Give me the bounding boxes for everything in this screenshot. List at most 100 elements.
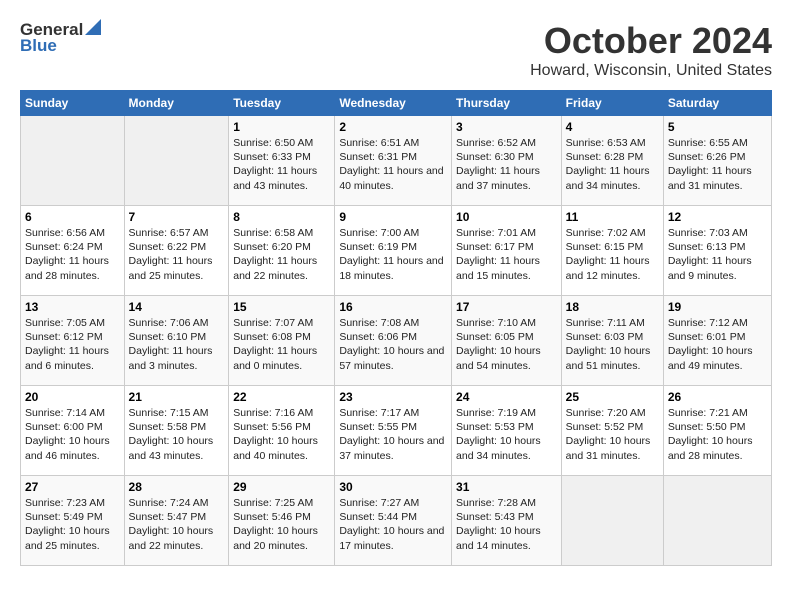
daylight-text: Daylight: 11 hours and 28 minutes. xyxy=(25,255,109,281)
day-number: 16 xyxy=(339,300,447,314)
day-info: Sunrise: 7:23 AM Sunset: 5:49 PM Dayligh… xyxy=(25,496,120,553)
daylight-text: Daylight: 10 hours and 34 minutes. xyxy=(456,435,541,461)
sunset-text: Sunset: 5:47 PM xyxy=(129,511,207,523)
day-number: 29 xyxy=(233,480,330,494)
day-number: 19 xyxy=(668,300,767,314)
sunset-text: Sunset: 6:19 PM xyxy=(339,241,417,253)
day-info: Sunrise: 7:06 AM Sunset: 6:10 PM Dayligh… xyxy=(129,316,225,373)
sunset-text: Sunset: 6:08 PM xyxy=(233,331,311,343)
sunrise-text: Sunrise: 7:11 AM xyxy=(566,317,645,329)
sunrise-text: Sunrise: 6:51 AM xyxy=(339,137,419,149)
daylight-text: Daylight: 11 hours and 43 minutes. xyxy=(233,165,317,191)
day-number: 5 xyxy=(668,120,767,134)
daylight-text: Daylight: 10 hours and 46 minutes. xyxy=(25,435,110,461)
sunrise-text: Sunrise: 7:21 AM xyxy=(668,407,748,419)
day-number: 31 xyxy=(456,480,557,494)
day-cell: 24 Sunrise: 7:19 AM Sunset: 5:53 PM Dayl… xyxy=(452,386,562,476)
day-cell: 30 Sunrise: 7:27 AM Sunset: 5:44 PM Dayl… xyxy=(335,476,452,566)
day-cell: 19 Sunrise: 7:12 AM Sunset: 6:01 PM Dayl… xyxy=(663,296,771,386)
daylight-text: Daylight: 11 hours and 40 minutes. xyxy=(339,165,443,191)
daylight-text: Daylight: 11 hours and 18 minutes. xyxy=(339,255,443,281)
sunrise-text: Sunrise: 7:12 AM xyxy=(668,317,748,329)
sunset-text: Sunset: 5:55 PM xyxy=(339,421,417,433)
day-info: Sunrise: 7:21 AM Sunset: 5:50 PM Dayligh… xyxy=(668,406,767,463)
sunset-text: Sunset: 5:50 PM xyxy=(668,421,746,433)
sunset-text: Sunset: 6:05 PM xyxy=(456,331,534,343)
sunset-text: Sunset: 6:31 PM xyxy=(339,151,417,163)
sunrise-text: Sunrise: 7:14 AM xyxy=(25,407,105,419)
sunset-text: Sunset: 6:13 PM xyxy=(668,241,746,253)
day-number: 6 xyxy=(25,210,120,224)
week-row-5: 27 Sunrise: 7:23 AM Sunset: 5:49 PM Dayl… xyxy=(21,476,772,566)
daylight-text: Daylight: 10 hours and 49 minutes. xyxy=(668,345,753,371)
sunset-text: Sunset: 6:24 PM xyxy=(25,241,103,253)
day-info: Sunrise: 7:25 AM Sunset: 5:46 PM Dayligh… xyxy=(233,496,330,553)
day-cell: 12 Sunrise: 7:03 AM Sunset: 6:13 PM Dayl… xyxy=(663,206,771,296)
day-cell: 23 Sunrise: 7:17 AM Sunset: 5:55 PM Dayl… xyxy=(335,386,452,476)
calendar-table: SundayMondayTuesdayWednesdayThursdayFrid… xyxy=(20,90,772,566)
day-cell: 22 Sunrise: 7:16 AM Sunset: 5:56 PM Dayl… xyxy=(229,386,335,476)
day-info: Sunrise: 7:20 AM Sunset: 5:52 PM Dayligh… xyxy=(566,406,659,463)
daylight-text: Daylight: 11 hours and 22 minutes. xyxy=(233,255,317,281)
sunrise-text: Sunrise: 7:27 AM xyxy=(339,497,419,509)
day-number: 27 xyxy=(25,480,120,494)
day-info: Sunrise: 7:00 AM Sunset: 6:19 PM Dayligh… xyxy=(339,226,447,283)
daylight-text: Daylight: 11 hours and 37 minutes. xyxy=(456,165,540,191)
day-number: 14 xyxy=(129,300,225,314)
sunset-text: Sunset: 6:17 PM xyxy=(456,241,534,253)
day-number: 18 xyxy=(566,300,659,314)
week-row-2: 6 Sunrise: 6:56 AM Sunset: 6:24 PM Dayli… xyxy=(21,206,772,296)
sunrise-text: Sunrise: 7:00 AM xyxy=(339,227,419,239)
header-cell-wednesday: Wednesday xyxy=(335,91,452,116)
day-cell: 7 Sunrise: 6:57 AM Sunset: 6:22 PM Dayli… xyxy=(124,206,229,296)
day-cell xyxy=(561,476,663,566)
day-cell: 16 Sunrise: 7:08 AM Sunset: 6:06 PM Dayl… xyxy=(335,296,452,386)
day-info: Sunrise: 7:27 AM Sunset: 5:44 PM Dayligh… xyxy=(339,496,447,553)
day-cell: 26 Sunrise: 7:21 AM Sunset: 5:50 PM Dayl… xyxy=(663,386,771,476)
calendar-header: SundayMondayTuesdayWednesdayThursdayFrid… xyxy=(21,91,772,116)
day-number: 22 xyxy=(233,390,330,404)
calendar-body: 1 Sunrise: 6:50 AM Sunset: 6:33 PM Dayli… xyxy=(21,116,772,566)
daylight-text: Daylight: 11 hours and 0 minutes. xyxy=(233,345,317,371)
sunrise-text: Sunrise: 7:16 AM xyxy=(233,407,313,419)
sunrise-text: Sunrise: 7:28 AM xyxy=(456,497,536,509)
day-info: Sunrise: 6:55 AM Sunset: 6:26 PM Dayligh… xyxy=(668,136,767,193)
sunrise-text: Sunrise: 6:55 AM xyxy=(668,137,748,149)
day-cell: 29 Sunrise: 7:25 AM Sunset: 5:46 PM Dayl… xyxy=(229,476,335,566)
day-info: Sunrise: 7:12 AM Sunset: 6:01 PM Dayligh… xyxy=(668,316,767,373)
day-number: 17 xyxy=(456,300,557,314)
day-number: 21 xyxy=(129,390,225,404)
day-cell: 4 Sunrise: 6:53 AM Sunset: 6:28 PM Dayli… xyxy=(561,116,663,206)
day-info: Sunrise: 7:17 AM Sunset: 5:55 PM Dayligh… xyxy=(339,406,447,463)
sunset-text: Sunset: 5:58 PM xyxy=(129,421,207,433)
day-cell: 31 Sunrise: 7:28 AM Sunset: 5:43 PM Dayl… xyxy=(452,476,562,566)
sunrise-text: Sunrise: 7:07 AM xyxy=(233,317,313,329)
sunset-text: Sunset: 6:10 PM xyxy=(129,331,207,343)
header-cell-tuesday: Tuesday xyxy=(229,91,335,116)
title-block: October 2024 Howard, Wisconsin, United S… xyxy=(530,20,772,80)
header-cell-thursday: Thursday xyxy=(452,91,562,116)
day-info: Sunrise: 7:07 AM Sunset: 6:08 PM Dayligh… xyxy=(233,316,330,373)
day-number: 11 xyxy=(566,210,659,224)
daylight-text: Daylight: 10 hours and 20 minutes. xyxy=(233,525,318,551)
day-info: Sunrise: 7:19 AM Sunset: 5:53 PM Dayligh… xyxy=(456,406,557,463)
sunrise-text: Sunrise: 7:25 AM xyxy=(233,497,313,509)
sunrise-text: Sunrise: 6:58 AM xyxy=(233,227,313,239)
day-cell: 11 Sunrise: 7:02 AM Sunset: 6:15 PM Dayl… xyxy=(561,206,663,296)
day-number: 20 xyxy=(25,390,120,404)
day-cell: 15 Sunrise: 7:07 AM Sunset: 6:08 PM Dayl… xyxy=(229,296,335,386)
daylight-text: Daylight: 10 hours and 54 minutes. xyxy=(456,345,541,371)
sunset-text: Sunset: 6:03 PM xyxy=(566,331,644,343)
daylight-text: Daylight: 10 hours and 51 minutes. xyxy=(566,345,651,371)
day-number: 28 xyxy=(129,480,225,494)
week-row-4: 20 Sunrise: 7:14 AM Sunset: 6:00 PM Dayl… xyxy=(21,386,772,476)
daylight-text: Daylight: 10 hours and 17 minutes. xyxy=(339,525,444,551)
day-info: Sunrise: 7:24 AM Sunset: 5:47 PM Dayligh… xyxy=(129,496,225,553)
page-title: October 2024 xyxy=(530,20,772,62)
daylight-text: Daylight: 10 hours and 22 minutes. xyxy=(129,525,214,551)
sunset-text: Sunset: 6:00 PM xyxy=(25,421,103,433)
day-number: 12 xyxy=(668,210,767,224)
day-cell: 3 Sunrise: 6:52 AM Sunset: 6:30 PM Dayli… xyxy=(452,116,562,206)
sunrise-text: Sunrise: 6:57 AM xyxy=(129,227,209,239)
day-info: Sunrise: 7:15 AM Sunset: 5:58 PM Dayligh… xyxy=(129,406,225,463)
